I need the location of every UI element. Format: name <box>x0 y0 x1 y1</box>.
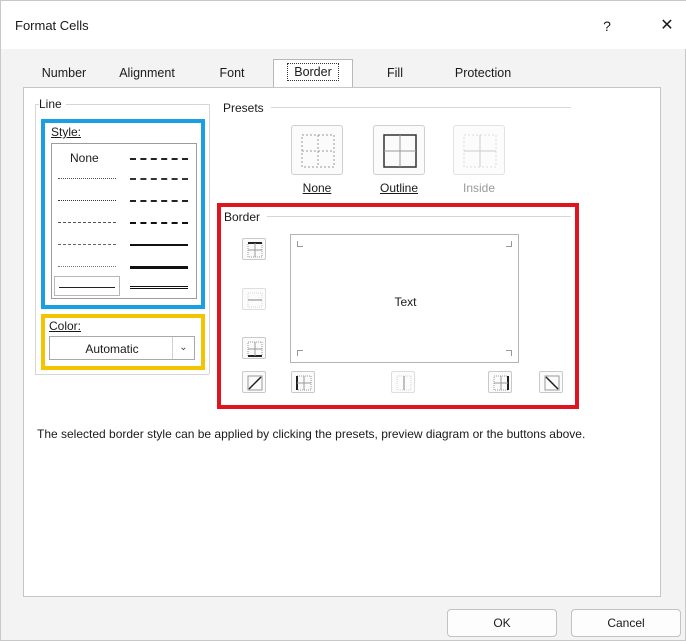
line-style-none[interactable]: None <box>54 148 120 168</box>
line-style-slant-dash-dot[interactable] <box>126 168 192 188</box>
chevron-down-icon[interactable]: ⌄ <box>172 337 194 359</box>
color-dropdown[interactable]: Automatic ⌄ <box>49 336 195 360</box>
line-group-label: Line <box>39 97 66 111</box>
preset-outline-label-text: Outline <box>379 181 419 195</box>
line-style-none-label: None <box>70 151 99 165</box>
line-style-thick[interactable] <box>126 256 192 276</box>
preset-inside-icon <box>463 134 497 168</box>
tab-fill[interactable]: Fill <box>361 61 429 87</box>
border-preview-diagram[interactable]: Text <box>290 234 519 363</box>
color-label-text: Color: <box>49 319 82 333</box>
tab-border-label: Border <box>287 63 339 81</box>
border-bottom-icon <box>247 341 263 357</box>
preset-outline-label: Outline <box>364 181 434 195</box>
border-diagonal-down-icon <box>544 375 560 391</box>
preset-inside-button[interactable] <box>453 125 505 175</box>
help-text: The selected border style can be applied… <box>37 427 586 441</box>
border-right-button[interactable] <box>488 371 512 393</box>
presets-label: Presets <box>223 101 268 115</box>
preset-none-icon <box>301 134 335 168</box>
border-rule <box>267 216 571 217</box>
border-bottom-button[interactable] <box>242 337 266 359</box>
border-top-icon <box>247 242 263 258</box>
tab-number[interactable]: Number <box>31 61 97 87</box>
preview-corner-bottom-left <box>297 350 303 356</box>
border-diagonal-down-button[interactable] <box>539 371 563 393</box>
border-left-icon <box>296 375 312 391</box>
style-label: Style: <box>51 125 85 139</box>
preview-corner-top-right <box>506 241 512 247</box>
border-diagonal-up-icon <box>247 375 263 391</box>
preset-inside-label: Inside <box>462 181 496 195</box>
line-style-medium[interactable] <box>126 234 192 254</box>
color-label: Color: <box>49 319 85 333</box>
line-style-medium-dashed[interactable] <box>126 212 192 232</box>
line-style-medium-dash-dot-dot[interactable] <box>126 148 192 168</box>
preset-none-label: None <box>282 181 352 195</box>
preview-corner-top-left <box>297 241 303 247</box>
border-inside-horizontal-button[interactable] <box>242 288 266 310</box>
border-right-icon <box>493 375 509 391</box>
border-inside-vertical-icon <box>396 375 412 391</box>
tab-border[interactable]: Border <box>273 59 353 87</box>
line-style-dashed-thin[interactable] <box>54 256 120 276</box>
line-group-bottom-rule <box>35 374 209 375</box>
border-left-button[interactable] <box>291 371 315 393</box>
color-dropdown-value: Automatic <box>85 342 139 356</box>
preview-text: Text <box>394 295 417 309</box>
tab-protection[interactable]: Protection <box>439 61 527 87</box>
tab-font[interactable]: Font <box>201 61 263 87</box>
cancel-button[interactable]: Cancel <box>571 609 681 637</box>
border-diagonal-up-button[interactable] <box>242 371 266 393</box>
preset-outline-icon <box>383 134 417 168</box>
line-style-list[interactable]: None <box>51 143 197 299</box>
line-style-hair[interactable] <box>54 168 120 188</box>
close-button[interactable]: ✕ <box>651 11 683 41</box>
ok-button[interactable]: OK <box>447 609 557 637</box>
line-group-right-rule <box>209 104 210 374</box>
presets-rule <box>271 107 571 108</box>
line-style-thin-selected[interactable] <box>54 276 120 296</box>
preview-corner-bottom-right <box>506 350 512 356</box>
border-top-button[interactable] <box>242 238 266 260</box>
line-style-dotted[interactable] <box>54 190 120 210</box>
help-button[interactable]: ? <box>591 11 623 41</box>
preset-none-label-text: None <box>302 181 332 195</box>
line-style-medium-dash-dot[interactable] <box>126 190 192 210</box>
line-style-dash-dot-thin[interactable] <box>54 234 120 254</box>
preset-none-button[interactable] <box>291 125 343 175</box>
dialog-title: Format Cells <box>15 18 89 33</box>
line-style-double[interactable] <box>126 276 192 296</box>
style-label-text: Style: <box>51 125 82 139</box>
title-bar: Format Cells ? ✕ <box>1 1 686 49</box>
border-inside-vertical-button[interactable] <box>391 371 415 393</box>
border-inside-horizontal-icon <box>247 292 263 308</box>
border-label: Border <box>224 210 261 224</box>
line-style-dash-dot-dot-thin[interactable] <box>54 212 120 232</box>
tab-alignment[interactable]: Alignment <box>107 61 187 87</box>
preset-outline-button[interactable] <box>373 125 425 175</box>
format-cells-dialog: Format Cells ? ✕ Number Alignment Font B… <box>0 0 686 641</box>
line-group-left-rule <box>35 104 36 374</box>
